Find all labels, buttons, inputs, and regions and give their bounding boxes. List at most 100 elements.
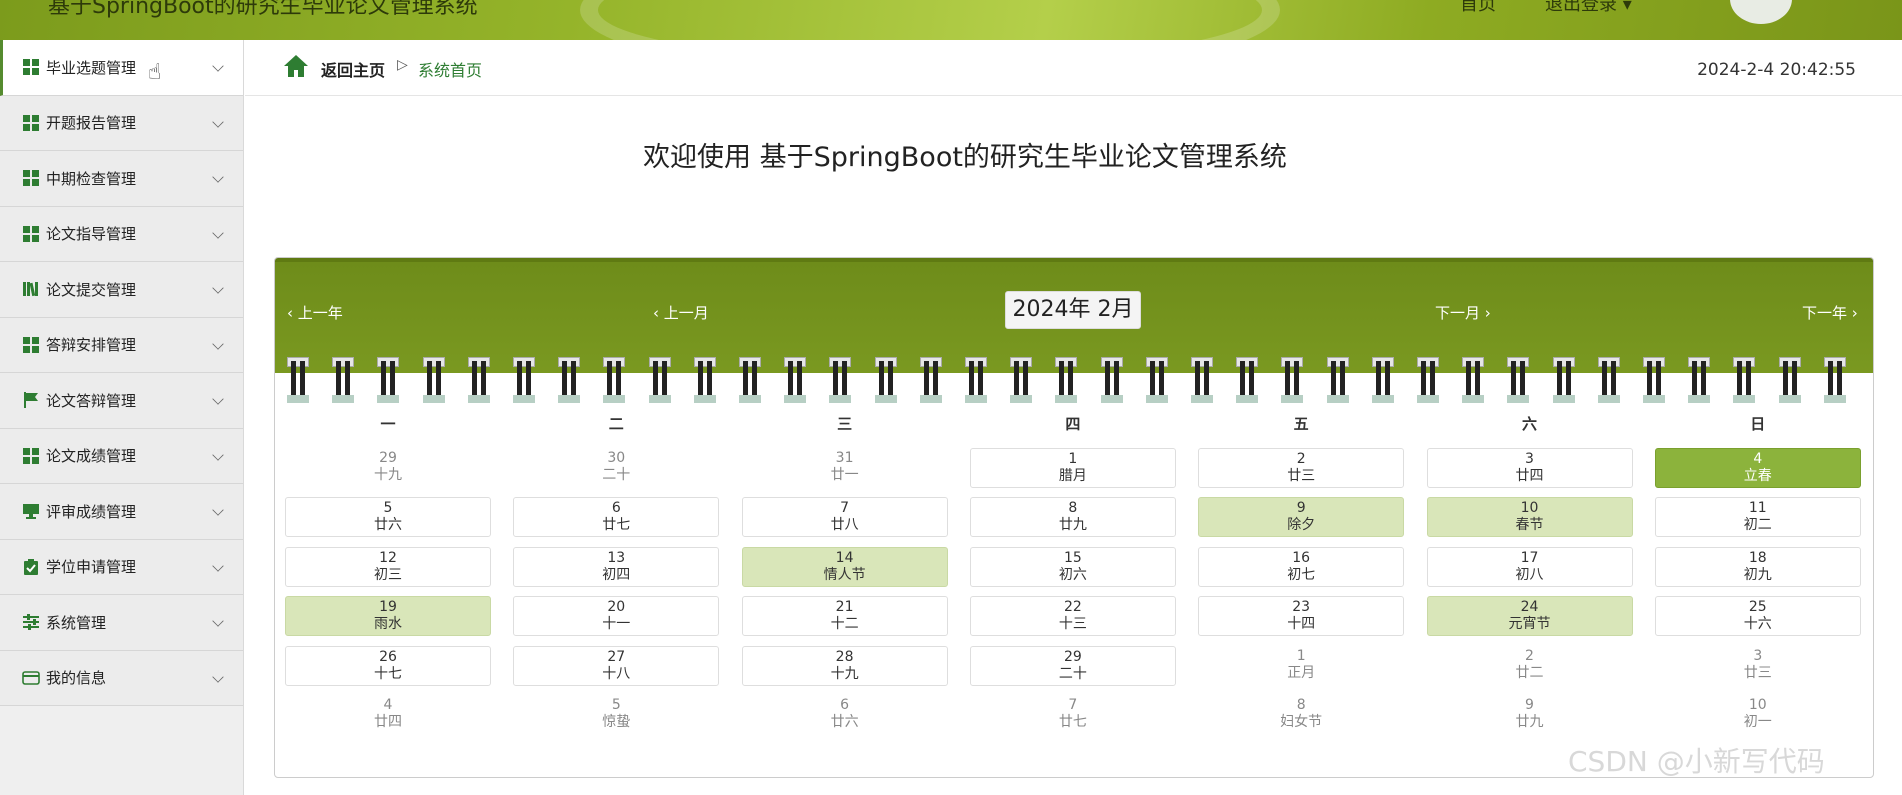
chevron-down-icon[interactable] [212, 559, 224, 572]
calendar-day-cell[interactable]: 2 廿二 [1427, 646, 1633, 686]
calendar-day-cell[interactable]: 15 初六 [969, 546, 1176, 587]
watermark: CSDN @小新写代码 [1568, 745, 1825, 778]
calendar-day-cell[interactable]: 5 惊蛰 [513, 695, 719, 735]
sidebar-item-5[interactable]: 答辩安排管理 [0, 317, 243, 373]
header-link-home[interactable]: 首页 [1460, 0, 1496, 16]
mouse-cursor-icon: ☝ [148, 60, 162, 85]
binder-ring [874, 357, 897, 405]
day-number: 16 [1292, 549, 1311, 566]
chevron-down-icon[interactable] [212, 670, 224, 683]
chevron-down-icon[interactable] [212, 615, 224, 627]
calendar-day-cell[interactable]: 14 情人节 [741, 546, 948, 587]
calendar-day-cell[interactable]: 8 妇女节 [1198, 695, 1404, 735]
calendar-day-cell[interactable]: 12 初三 [285, 546, 491, 587]
chevron-down-icon[interactable] [212, 60, 224, 72]
lunar-label: 十二 [830, 616, 859, 633]
calendar-day-cell[interactable]: 24 元宵节 [1426, 596, 1633, 637]
chevron-down-icon[interactable] [212, 504, 224, 516]
sidebar-item-7[interactable]: 论文成绩管理 [0, 428, 243, 484]
header-user-menu[interactable]: 退出登录 ▾ [1545, 0, 1632, 16]
calendar-day-cell[interactable]: 3 廿三 [1655, 646, 1861, 686]
home-icon[interactable] [283, 54, 309, 78]
calendar-day-cell[interactable]: 23 十四 [1198, 596, 1405, 637]
day-number: 3 [1753, 647, 1763, 664]
prev-year-button[interactable]: ‹ 上一年 [287, 302, 343, 323]
calendar-day-cell[interactable]: 8 廿九 [969, 497, 1176, 538]
calendar-day-cell[interactable]: 29 十九 [285, 448, 491, 488]
day-number: 29 [1063, 648, 1082, 665]
calendar-day-cell[interactable]: 22 十三 [969, 596, 1176, 637]
chevron-down-icon[interactable] [212, 448, 224, 461]
calendar-day-cell[interactable]: 6 廿六 [742, 695, 948, 735]
calendar-day-cell[interactable]: 6 廿七 [513, 497, 720, 538]
sidebar-item-9[interactable]: 学位申请管理 [0, 539, 243, 595]
chevron-down-icon[interactable] [212, 115, 224, 128]
calendar-day-cell[interactable]: 7 廿七 [970, 695, 1176, 735]
lunar-label: 初六 [1058, 566, 1087, 583]
sidebar-item-4[interactable]: 论文提交管理 [0, 262, 243, 318]
calendar-day-cell[interactable]: 10 春节 [1426, 497, 1633, 538]
sidebar-item-3[interactable]: 论文指导管理 [0, 206, 243, 262]
binder-ring [1236, 357, 1259, 405]
sidebar-item-11[interactable]: 我的信息 [0, 650, 243, 706]
calendar-day-cell[interactable]: 19 雨水 [285, 596, 491, 637]
calendar-day-cell[interactable]: 27 十八 [513, 645, 720, 686]
binder-ring [377, 357, 400, 405]
back-home-link[interactable]: 返回主页 [321, 57, 385, 81]
next-month-button[interactable]: 下一月 › [1435, 302, 1491, 323]
calendar-day-cell[interactable]: 26 十七 [285, 645, 491, 686]
chevron-down-icon[interactable] [212, 282, 224, 294]
calendar-day-cell[interactable]: 11 初二 [1654, 497, 1861, 538]
binder-ring [1823, 357, 1846, 405]
lunar-label: 廿二 [1515, 664, 1544, 681]
calendar-day-cell[interactable]: 25 十六 [1654, 596, 1861, 637]
calendar-day-cell[interactable]: 10 初一 [1655, 695, 1861, 735]
calendar-day-cell[interactable]: 30 二十 [513, 448, 719, 488]
calendar-day-cell[interactable]: 17 初八 [1426, 546, 1633, 587]
prev-month-button[interactable]: ‹ 上一月 [653, 302, 709, 323]
chevron-down-icon[interactable] [212, 171, 224, 183]
sidebar-item-0[interactable]: 毕业选题管理 [0, 40, 243, 96]
grid-icon [22, 169, 40, 187]
day-number: 28 [835, 648, 854, 665]
calendar-day-cell[interactable]: 18 初九 [1654, 546, 1861, 587]
lunar-label: 二十 [1058, 665, 1087, 682]
calendar-day-cell[interactable]: 1 正月 [1198, 646, 1404, 686]
calendar-day-cell[interactable]: 31 廿一 [742, 448, 948, 488]
top-header-bar: 基于SpringBoot的研究生毕业论文管理系统 首页 退出登录 ▾ [0, 0, 1902, 40]
lunar-label: 初八 [1515, 566, 1544, 583]
sidebar-item-6[interactable]: 论文答辩管理 [0, 373, 243, 429]
calendar-day-cell[interactable]: 16 初七 [1198, 546, 1405, 587]
lunar-label: 正月 [1287, 664, 1316, 681]
lunar-label: 立春 [1743, 468, 1772, 484]
binder-ring [1778, 357, 1801, 405]
calendar-day-cell[interactable]: 2 廿三 [1198, 448, 1405, 488]
calendar-day-cell[interactable]: 9 廿九 [1427, 695, 1633, 735]
avatar[interactable] [1730, 0, 1792, 24]
calendar-day-cell[interactable]: 20 十一 [513, 596, 720, 637]
chevron-down-icon[interactable] [212, 337, 224, 350]
calendar-day-cell[interactable]: 3 廿四 [1426, 448, 1633, 488]
calendar-day-cell[interactable]: 4 廿四 [285, 695, 491, 735]
calendar-day-cell[interactable]: 9 除夕 [1198, 497, 1405, 538]
sidebar-item-8[interactable]: 评审成绩管理 [0, 484, 243, 540]
lunar-label: 十九 [374, 467, 402, 483]
next-year-button[interactable]: 下一年 › [1802, 302, 1858, 323]
calendar-day-cell[interactable]: 28 十九 [741, 645, 948, 686]
lunar-label: 廿七 [1058, 714, 1087, 730]
calendar-day-cell[interactable]: 21 十二 [741, 596, 948, 637]
lunar-label: 初三 [374, 566, 402, 583]
sidebar-item-1[interactable]: 开题报告管理 [0, 95, 243, 151]
binder-ring [965, 357, 987, 405]
calendar-day-cell[interactable]: 4 立春 [1654, 448, 1861, 488]
chevron-down-icon[interactable] [212, 226, 224, 239]
sidebar-item-10[interactable]: 系统管理 [0, 595, 243, 651]
calendar-day-cell[interactable]: 29 二十 [969, 645, 1176, 686]
chevron-left-icon: ‹ [287, 304, 298, 322]
calendar-day-cell[interactable]: 5 廿六 [285, 497, 491, 538]
calendar-day-cell[interactable]: 13 初四 [513, 546, 720, 587]
calendar-day-cell[interactable]: 7 廿八 [741, 497, 948, 538]
calendar-day-cell[interactable]: 1 腊月 [969, 448, 1176, 488]
sidebar-item-2[interactable]: 中期检查管理 [0, 151, 243, 207]
chevron-down-icon[interactable] [212, 393, 224, 405]
